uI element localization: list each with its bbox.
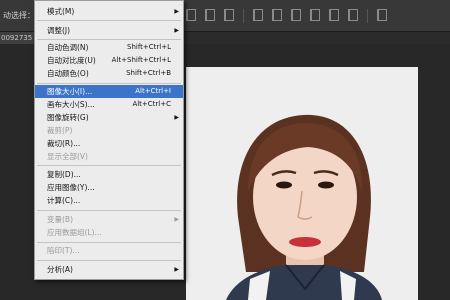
menu-item-calculations[interactable]: 计算(C)... (35, 194, 183, 207)
menu-item-label: 显示全部(V) (47, 152, 88, 161)
distribute-bottom-icon[interactable] (291, 9, 301, 21)
menu-item-trap[interactable]: 陷印(T)... (35, 244, 183, 257)
menu-item-label: 自动色调(N) (47, 43, 89, 52)
distribute-middle-icon[interactable] (272, 9, 282, 21)
menu-item-label: 分析(A) (47, 265, 73, 274)
menu-item-shortcut: Alt+Ctrl+I (135, 87, 171, 95)
menu-divider (37, 242, 181, 243)
align-toolbar (186, 9, 396, 23)
menu-item-crop[interactable]: 裁剪(P) (35, 124, 183, 137)
menu-item-canvas-size[interactable]: 画布大小(S)... Alt+Ctrl+C (35, 98, 183, 111)
menu-item-label: 复制(D)... (47, 170, 81, 179)
menu-item-label: 应用数据组(L)... (47, 228, 102, 237)
menu-item-label: 陷印(T)... (47, 246, 80, 255)
menu-item-mode[interactable]: 模式(M) ▶ (35, 5, 183, 18)
menu-item-shortcut: Shift+Ctrl+L (127, 43, 171, 51)
menu-item-label: 调整(J) (47, 26, 71, 35)
menu-item-label: 应用图像(Y)... (47, 183, 95, 192)
menu-item-auto-color[interactable]: 自动颜色(O) Shift+Ctrl+B (35, 67, 183, 80)
align-right-icon[interactable] (224, 9, 234, 21)
menu-item-label: 变量(B) (47, 215, 73, 224)
menu-divider (37, 39, 181, 40)
menu-item-label: 图像旋转(G) (47, 113, 89, 122)
document-tab[interactable]: 0092735 (0, 32, 34, 44)
menu-item-label: 自动对比度(U) (47, 56, 96, 65)
menu-item-apply-image[interactable]: 应用图像(Y)... (35, 181, 183, 194)
menu-item-label: 画布大小(S)... (47, 100, 95, 109)
menu-item-shortcut: Alt+Ctrl+C (132, 100, 171, 108)
menu-item-label: 裁切(R)... (47, 139, 81, 148)
distribute-center-icon[interactable] (329, 9, 339, 21)
menu-item-label: 计算(C)... (47, 196, 81, 205)
portrait-photo (186, 67, 418, 300)
submenu-arrow-icon: ▶ (174, 216, 179, 223)
menu-item-label: 裁剪(P) (47, 126, 73, 135)
menu-item-image-rotation[interactable]: 图像旋转(G) ▶ (35, 111, 183, 124)
distribute-top-icon[interactable] (253, 9, 263, 21)
menu-divider (37, 165, 181, 166)
submenu-arrow-icon: ▶ (174, 114, 179, 121)
menu-item-apply-data-set[interactable]: 应用数据组(L)... (35, 226, 183, 239)
portrait-photo-icon (186, 67, 418, 300)
menu-item-duplicate[interactable]: 复制(D)... (35, 168, 183, 181)
menu-item-auto-tone[interactable]: 自动色调(N) Shift+Ctrl+L (35, 41, 183, 54)
menu-divider (37, 20, 181, 21)
menu-item-analysis[interactable]: 分析(A) ▶ (35, 263, 183, 276)
align-left-icon[interactable] (186, 9, 196, 21)
image-menu-dropdown: 模式(M) ▶ 调整(J) ▶ 自动色调(N) Shift+Ctrl+L 自动对… (34, 0, 184, 280)
menu-item-image-size[interactable]: 图像大小(I)... Alt+Ctrl+I (35, 85, 183, 98)
menu-item-reveal-all[interactable]: 显示全部(V) (35, 150, 183, 163)
menu-item-shortcut: Shift+Ctrl+B (126, 69, 171, 77)
menu-divider (37, 260, 181, 261)
submenu-arrow-icon: ▶ (174, 27, 179, 34)
submenu-arrow-icon: ▶ (174, 8, 179, 15)
toolbar-divider (367, 9, 368, 23)
align-center-icon[interactable] (205, 9, 215, 21)
menu-divider (37, 210, 181, 211)
menu-item-label: 图像大小(I)... (47, 87, 93, 96)
menu-item-label: 模式(M) (47, 7, 75, 16)
submenu-arrow-icon: ▶ (174, 266, 179, 273)
menu-item-adjustments[interactable]: 调整(J) ▶ (35, 24, 183, 37)
auto-select-label: 动选择： (3, 11, 35, 20)
distribute-left-icon[interactable] (310, 9, 320, 21)
menu-item-shortcut: Alt+Shift+Ctrl+L (111, 56, 171, 64)
menu-item-label: 自动颜色(O) (47, 69, 89, 78)
auto-align-icon[interactable] (377, 9, 387, 21)
menu-item-trim[interactable]: 裁切(R)... (35, 137, 183, 150)
menu-divider (37, 83, 181, 84)
toolbar-divider (243, 9, 244, 23)
distribute-right-icon[interactable] (348, 9, 358, 21)
menu-item-auto-contrast[interactable]: 自动对比度(U) Alt+Shift+Ctrl+L (35, 54, 183, 67)
menu-item-variables[interactable]: 变量(B) ▶ (35, 213, 183, 226)
